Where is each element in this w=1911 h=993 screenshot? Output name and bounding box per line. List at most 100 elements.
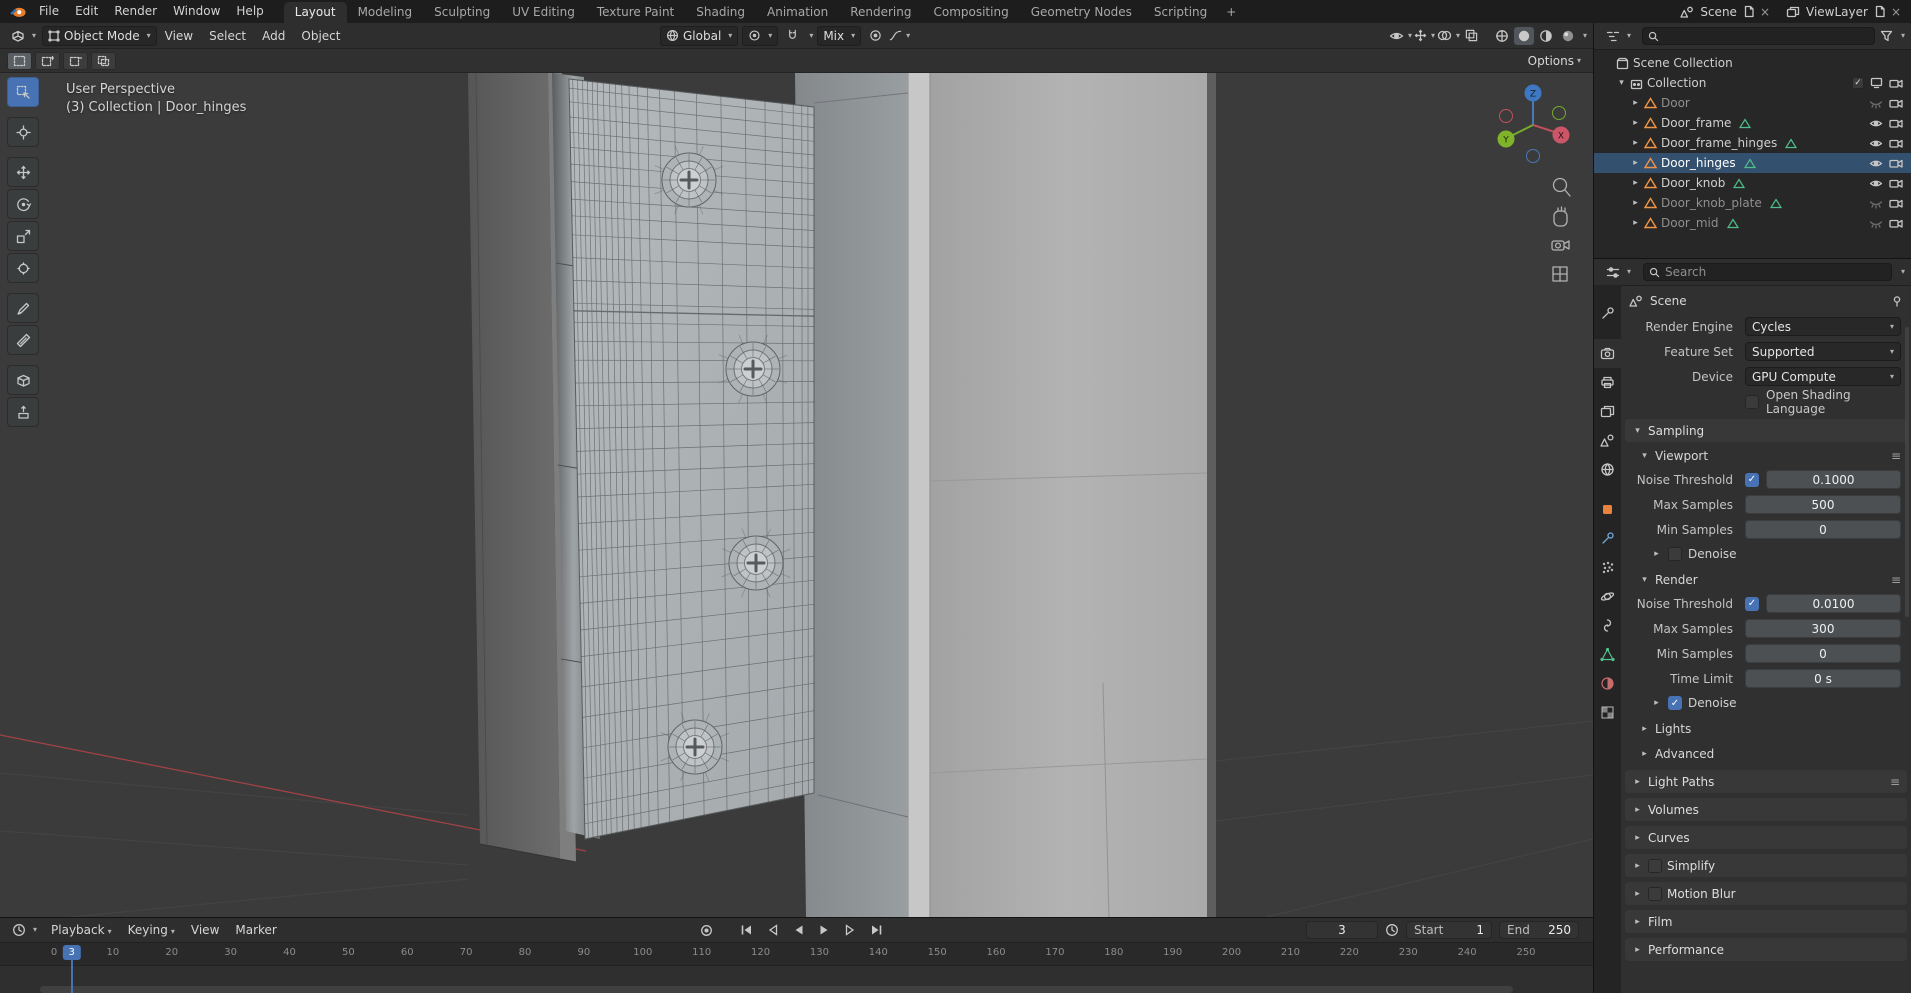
render-properties-tab[interactable] [1594,339,1621,368]
panel-curves[interactable]: ▸ Curves [1625,826,1907,849]
viewport-denoise-subpanel[interactable]: ▸ Denoise [1621,542,1911,566]
camera-icon[interactable] [1889,218,1903,229]
scene-properties-tab[interactable] [1594,426,1621,455]
ortho-toggle-icon[interactable] [1552,266,1568,282]
panel-performance[interactable]: ▸ Performance [1625,938,1907,961]
outliner-filter-dropdown[interactable]: ▾ [1901,32,1905,40]
new-scene-icon[interactable] [1743,5,1755,18]
preview-range-toggle[interactable] [1385,923,1399,937]
pin-icon[interactable] [1891,295,1903,307]
auto-key-toggle[interactable] [695,921,718,939]
properties-search-input[interactable]: Search [1643,263,1892,281]
eye-closed-icon[interactable] [1869,198,1883,209]
disclosure-icon[interactable]: ▾ [1616,78,1627,88]
mode-dropdown[interactable]: Object Mode ▾ [42,25,157,46]
tool-extrude[interactable] [7,397,39,427]
constraints-properties-tab[interactable] [1594,611,1621,640]
workspace-tab-geometry-nodes[interactable]: Geometry Nodes [1020,2,1143,23]
next-keyframe-button[interactable] [839,921,862,939]
menu-edit[interactable]: Edit [67,0,106,23]
panel-simplify[interactable]: ▸ Simplify [1625,854,1907,877]
panel-film[interactable]: ▸ Film [1625,910,1907,933]
camera-icon[interactable] [1889,138,1903,149]
workspace-tab-sculpting[interactable]: Sculpting [423,2,501,23]
render-noise-threshold-field[interactable]: 0.0100 [1766,594,1901,613]
play-button[interactable] [813,921,836,939]
previous-keyframe-button[interactable] [761,921,784,939]
workspace-tab-animation[interactable]: Animation [756,2,839,23]
timeline-menu-view[interactable]: View [183,923,227,937]
time-limit-field[interactable]: 0 s [1745,669,1901,688]
falloff-dropdown[interactable]: Mix ▾ [817,25,862,46]
proportional-editing-toggle[interactable] [865,27,885,45]
snap-settings-dropdown[interactable]: ▾ [809,31,813,40]
timeline-menu-playback[interactable]: Playback ▾ [43,923,120,937]
camera-icon[interactable] [1889,198,1903,209]
texture-properties-tab[interactable] [1594,698,1621,727]
menu-window[interactable]: Window [165,0,228,23]
workspace-tab-scripting[interactable]: Scripting [1143,2,1218,23]
outliner-item-door-frame-hinges[interactable]: ▸ Door_frame_hinges [1594,133,1911,153]
viewport-noise-threshold-checkbox[interactable]: ✓ [1745,472,1759,487]
camera-icon[interactable] [1889,178,1903,189]
door-right-panel[interactable] [929,73,1216,917]
timeline-scrollbar[interactable] [40,986,1513,993]
disclosure-icon[interactable]: ▸ [1630,118,1641,128]
disclosure-icon[interactable]: ▸ [1630,218,1641,228]
viewlayer-selector[interactable]: ViewLayer [1803,5,1871,19]
3d-scene[interactable]: Z Y X [0,73,1593,917]
playhead-line[interactable] [70,958,73,993]
osl-checkbox[interactable] [1745,394,1759,409]
tool-select-box[interactable] [7,77,39,107]
overlays-toggle[interactable]: ▾ [1437,27,1460,45]
object-properties-tab[interactable] [1594,495,1621,524]
outliner-item-door[interactable]: ▸ Door [1594,93,1911,113]
workspace-tab-rendering[interactable]: Rendering [839,2,922,23]
play-reverse-button[interactable] [787,921,810,939]
feature-set-dropdown[interactable]: Supported ▾ [1745,342,1901,361]
outliner-item-collection[interactable]: ▾ Collection ✓ [1594,73,1911,93]
xray-toggle[interactable] [1462,27,1482,45]
device-dropdown[interactable]: GPU Compute ▾ [1745,367,1901,386]
tool-properties-tab[interactable] [1594,299,1621,328]
tool-scale[interactable] [7,221,39,251]
menu-file[interactable]: File [31,0,67,23]
shading-material-button[interactable] [1536,27,1556,45]
pan-hand-icon[interactable] [1553,206,1568,227]
jump-to-start-button[interactable] [735,921,758,939]
outliner-item-scene-collection[interactable]: Scene Collection [1594,53,1911,73]
outliner-editor-dropdown[interactable]: ▾ [1600,28,1637,45]
options-dropdown[interactable]: Options ▾ [1528,54,1581,68]
scene-selector[interactable]: Scene [1697,5,1740,19]
shading-dropdown[interactable]: ▾ [1583,31,1587,40]
camera-icon[interactable] [1889,98,1903,109]
eye-icon[interactable] [1869,138,1883,149]
shading-rendered-button[interactable] [1558,27,1578,45]
end-frame-field[interactable]: End 250 [1499,921,1579,939]
properties-editor-dropdown[interactable]: ▾ [1600,264,1637,281]
zoom-icon[interactable] [1552,177,1571,197]
particles-properties-tab[interactable] [1594,553,1621,582]
tool-rotate[interactable] [7,189,39,219]
timeline-menu-marker[interactable]: Marker [227,923,284,937]
workspace-tab-modeling[interactable]: Modeling [347,2,424,23]
workspace-tab-texture-paint[interactable]: Texture Paint [586,2,685,23]
simplify-checkbox[interactable] [1648,858,1662,873]
view-layer-properties-tab[interactable] [1594,397,1621,426]
start-frame-field[interactable]: Start 1 [1406,921,1492,939]
workspace-tab-compositing[interactable]: Compositing [922,2,1019,23]
properties-filter-dropdown[interactable]: ▾ [1901,268,1905,276]
3d-viewport[interactable]: Z Y X User Perspective (3) Collection | … [0,73,1593,917]
disclosure-icon[interactable]: ▸ [1630,158,1641,168]
workspace-tab-uv-editing[interactable]: UV Editing [501,2,586,23]
timeline-ruler[interactable]: 0 10 20 30 40 50 60 70 80 90 100 110 120 130 140 150 160… [0,943,1593,966]
panel-light-paths[interactable]: ▸ Light Paths ≡ [1625,770,1907,793]
viewport-denoise-checkbox[interactable] [1668,547,1682,561]
viewport-menu-add[interactable]: Add [254,29,293,43]
render-engine-dropdown[interactable]: Cycles ▾ [1745,317,1901,336]
render-denoise-subpanel[interactable]: ▸ ✓ Denoise [1621,691,1911,715]
add-workspace-button[interactable]: + [1218,2,1244,23]
viewport-max-samples-field[interactable]: 500 [1745,495,1901,514]
properties-scrollbar[interactable] [1905,327,1909,617]
output-properties-tab[interactable] [1594,368,1621,397]
